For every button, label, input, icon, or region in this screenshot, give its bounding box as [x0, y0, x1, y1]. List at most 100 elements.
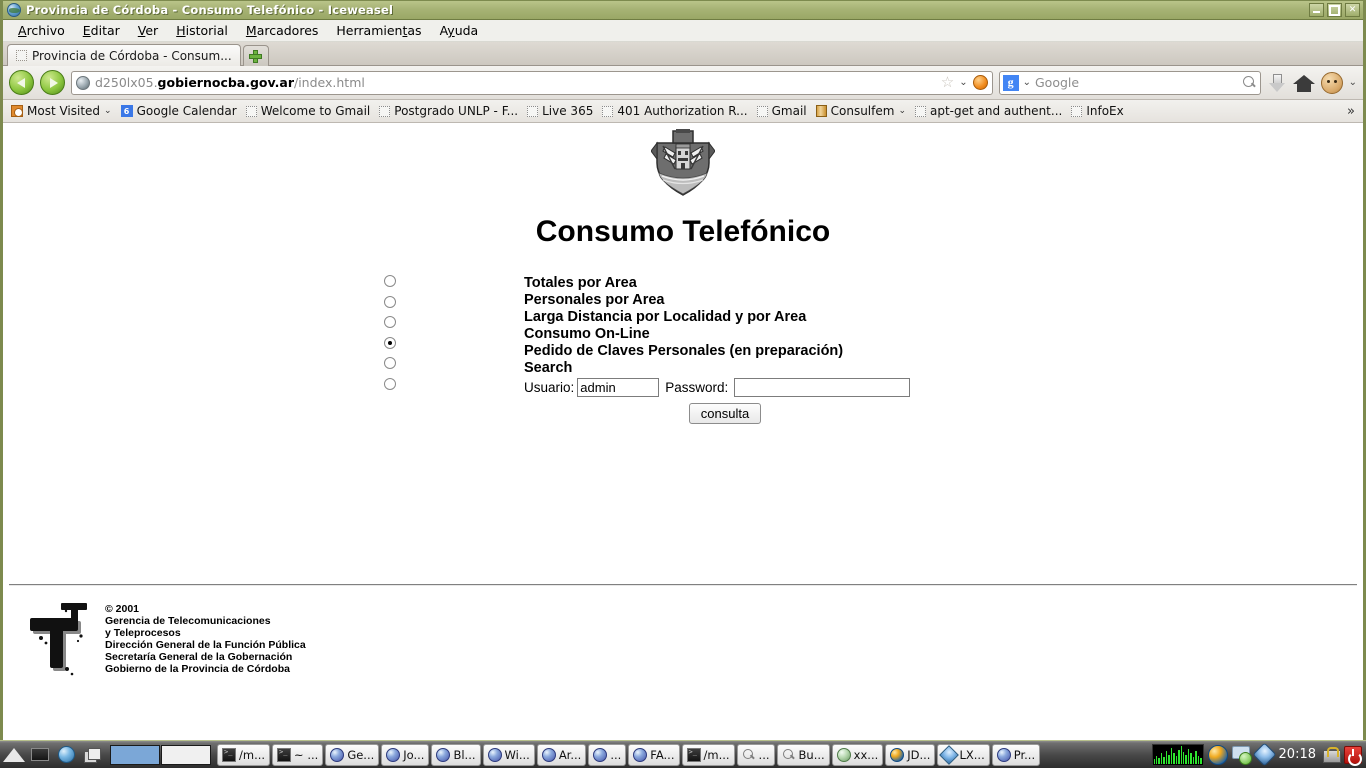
launcher-window-list-button[interactable]	[80, 743, 104, 767]
bookmark-welcome-to-gmail[interactable]: Welcome to Gmail	[242, 103, 375, 119]
lock-icon[interactable]	[1322, 746, 1341, 764]
option-label-totales-por-area: Totales por Area	[524, 275, 637, 291]
workspace-2[interactable]	[161, 744, 211, 765]
minimize-button[interactable]	[1309, 3, 1324, 17]
bookmark-label: Gmail	[771, 104, 807, 118]
bookmark-postgrado-unlp[interactable]: Postgrado UNLP - F...	[375, 103, 522, 119]
chevron-down-icon[interactable]: ⌄	[959, 77, 967, 88]
iceweasel-icon	[487, 747, 502, 762]
radio-consumo-on-line[interactable]	[384, 336, 396, 349]
page-title: Consumo Telefónico	[535, 215, 831, 248]
radio-personales-por-area[interactable]	[384, 295, 396, 308]
bookmark-label: Most Visited	[27, 104, 101, 118]
taskbar-window-4[interactable]: Jo...	[381, 743, 430, 766]
taskbar-window-11[interactable]: ...	[736, 743, 775, 766]
bookmark-consulfem[interactable]: Consulfem ⌄	[812, 103, 910, 119]
bookmark-google-calendar[interactable]: 6 Google Calendar	[117, 103, 241, 119]
taskbar-window-label: FA...	[650, 747, 675, 762]
bookmark-infoex[interactable]: InfoEx	[1067, 103, 1127, 119]
downloads-icon[interactable]	[1267, 72, 1287, 94]
menu-ayuda[interactable]: Ayuda	[431, 21, 488, 40]
launcher-menu-button[interactable]	[2, 743, 26, 767]
taskbar-window-7[interactable]: Ar...	[536, 743, 587, 766]
bookmark-gmail[interactable]: Gmail	[753, 103, 811, 119]
bookmarks-overflow-button[interactable]: »	[1347, 104, 1359, 119]
dotted-page-icon	[379, 105, 391, 117]
consulta-button[interactable]: consulta	[688, 403, 762, 424]
taskbar-window-label: ...	[758, 747, 770, 762]
submit-row: consulta	[524, 403, 926, 424]
chevron-down-icon: ⌄	[898, 106, 906, 116]
window-title: Provincia de Córdoba - Consumo Telefónic…	[26, 3, 394, 17]
taskbar-window-label: Ar...	[558, 747, 582, 762]
taskbar-window-label: /m...	[703, 747, 730, 762]
taskbar-window-14[interactable]: JD...	[885, 743, 936, 766]
bookmark-label: 401 Authorization R...	[617, 104, 748, 118]
bookmark-live-365[interactable]: Live 365	[523, 103, 597, 119]
cpu-monitor-graph[interactable]	[1151, 743, 1204, 766]
password-label: Password:	[665, 380, 729, 395]
taskbar-window-5[interactable]: Bl...	[431, 743, 481, 766]
bookmark-star-icon[interactable]: ☆	[941, 75, 954, 90]
chat-tray-icon[interactable]	[1231, 745, 1252, 765]
close-button[interactable]	[1345, 3, 1360, 17]
taskbar-window-label: LX...	[959, 747, 985, 762]
launcher-terminal-button[interactable]	[28, 743, 52, 767]
bookmarks-toolbar: Most Visited ⌄ 6 Google Calendar Welcome…	[3, 100, 1363, 123]
menu-historial[interactable]: Historial	[167, 21, 237, 40]
radio-search[interactable]	[384, 377, 396, 390]
menu-ver[interactable]: Ver	[129, 21, 167, 40]
forward-button[interactable]	[40, 70, 65, 95]
clock[interactable]: 20:18	[1277, 747, 1318, 762]
bookmark-401-authorization[interactable]: 401 Authorization R...	[598, 103, 751, 119]
search-engine-chevron-icon[interactable]: ⌄	[1023, 77, 1031, 88]
browser-window: Provincia de Córdoba - Consumo Telefónic…	[0, 0, 1366, 740]
radio-larga-distancia[interactable]	[384, 316, 396, 328]
menu-marcadores[interactable]: Marcadores	[237, 21, 328, 40]
menu-herramientas[interactable]: Herramientas	[327, 21, 430, 40]
credentials-row: Usuario: Password:	[524, 378, 911, 397]
bookmark-most-visited[interactable]: Most Visited ⌄	[7, 103, 116, 119]
taskbar-window-15[interactable]: LX...	[937, 743, 990, 766]
jdownloader-tray-icon[interactable]	[1207, 744, 1228, 765]
greasemonkey-icon[interactable]	[1320, 71, 1343, 94]
page-footer: © 2001 Gerencia de Telecomunicaciones y …	[21, 597, 306, 677]
option-label-search: Search	[524, 360, 573, 376]
launcher-browser-button[interactable]	[54, 743, 78, 767]
workspace-pager[interactable]	[110, 744, 211, 765]
maximize-button[interactable]	[1327, 3, 1342, 17]
taskbar-window-13[interactable]: xx...	[831, 743, 884, 766]
menu-archivo[interactable]: AArchivorchivo	[9, 21, 74, 40]
password-input[interactable]	[734, 378, 911, 397]
taskbar-window-2[interactable]: ~ ...	[272, 743, 324, 766]
iceweasel-icon	[541, 747, 556, 762]
tab-consumo-telefonico[interactable]: Provincia de Córdoba - Consum...	[7, 44, 241, 66]
taskbar-window-12[interactable]: Bu...	[776, 743, 830, 766]
option-label-pedido-de-claves: Pedido de Claves Personales (en preparac…	[524, 343, 844, 359]
radio-totales-por-area[interactable]	[384, 275, 396, 287]
menu-editar[interactable]: Editar	[74, 21, 129, 40]
workspace-1[interactable]	[110, 744, 160, 765]
taskbar-window-1[interactable]: /m...	[217, 743, 271, 766]
taskbar-window-9[interactable]: FA...	[628, 743, 680, 766]
new-tab-button[interactable]	[242, 45, 269, 66]
search-icon[interactable]	[1242, 75, 1257, 90]
taskbar-window-16[interactable]: Pr...	[991, 743, 1041, 766]
home-icon[interactable]	[1292, 73, 1315, 93]
power-icon[interactable]	[1344, 745, 1362, 766]
back-button[interactable]	[9, 70, 34, 95]
radio-pedido-de-claves[interactable]	[384, 357, 396, 369]
taskbar-window-8[interactable]: ...	[588, 743, 627, 766]
search-bar[interactable]: g ⌄ Google	[998, 70, 1261, 95]
toolbar-overflow-chevron-icon[interactable]: ⌄	[1349, 77, 1357, 88]
usuario-input[interactable]	[577, 378, 660, 397]
feed-icon[interactable]	[972, 75, 988, 90]
search-input[interactable]: Google	[1035, 75, 1238, 90]
taskbar-window-3[interactable]: Ge...	[325, 743, 380, 766]
address-bar[interactable]: d250lx05.gobiernocba.gov.ar/index.html ☆…	[71, 70, 993, 95]
taskbar-window-label: Jo...	[403, 747, 425, 762]
taskbar-window-10[interactable]: /m...	[681, 743, 735, 766]
taskbar-window-6[interactable]: Wi...	[482, 743, 535, 766]
network-tray-icon[interactable]	[1252, 742, 1277, 767]
bookmark-apt-get[interactable]: apt-get and authent...	[911, 103, 1066, 119]
